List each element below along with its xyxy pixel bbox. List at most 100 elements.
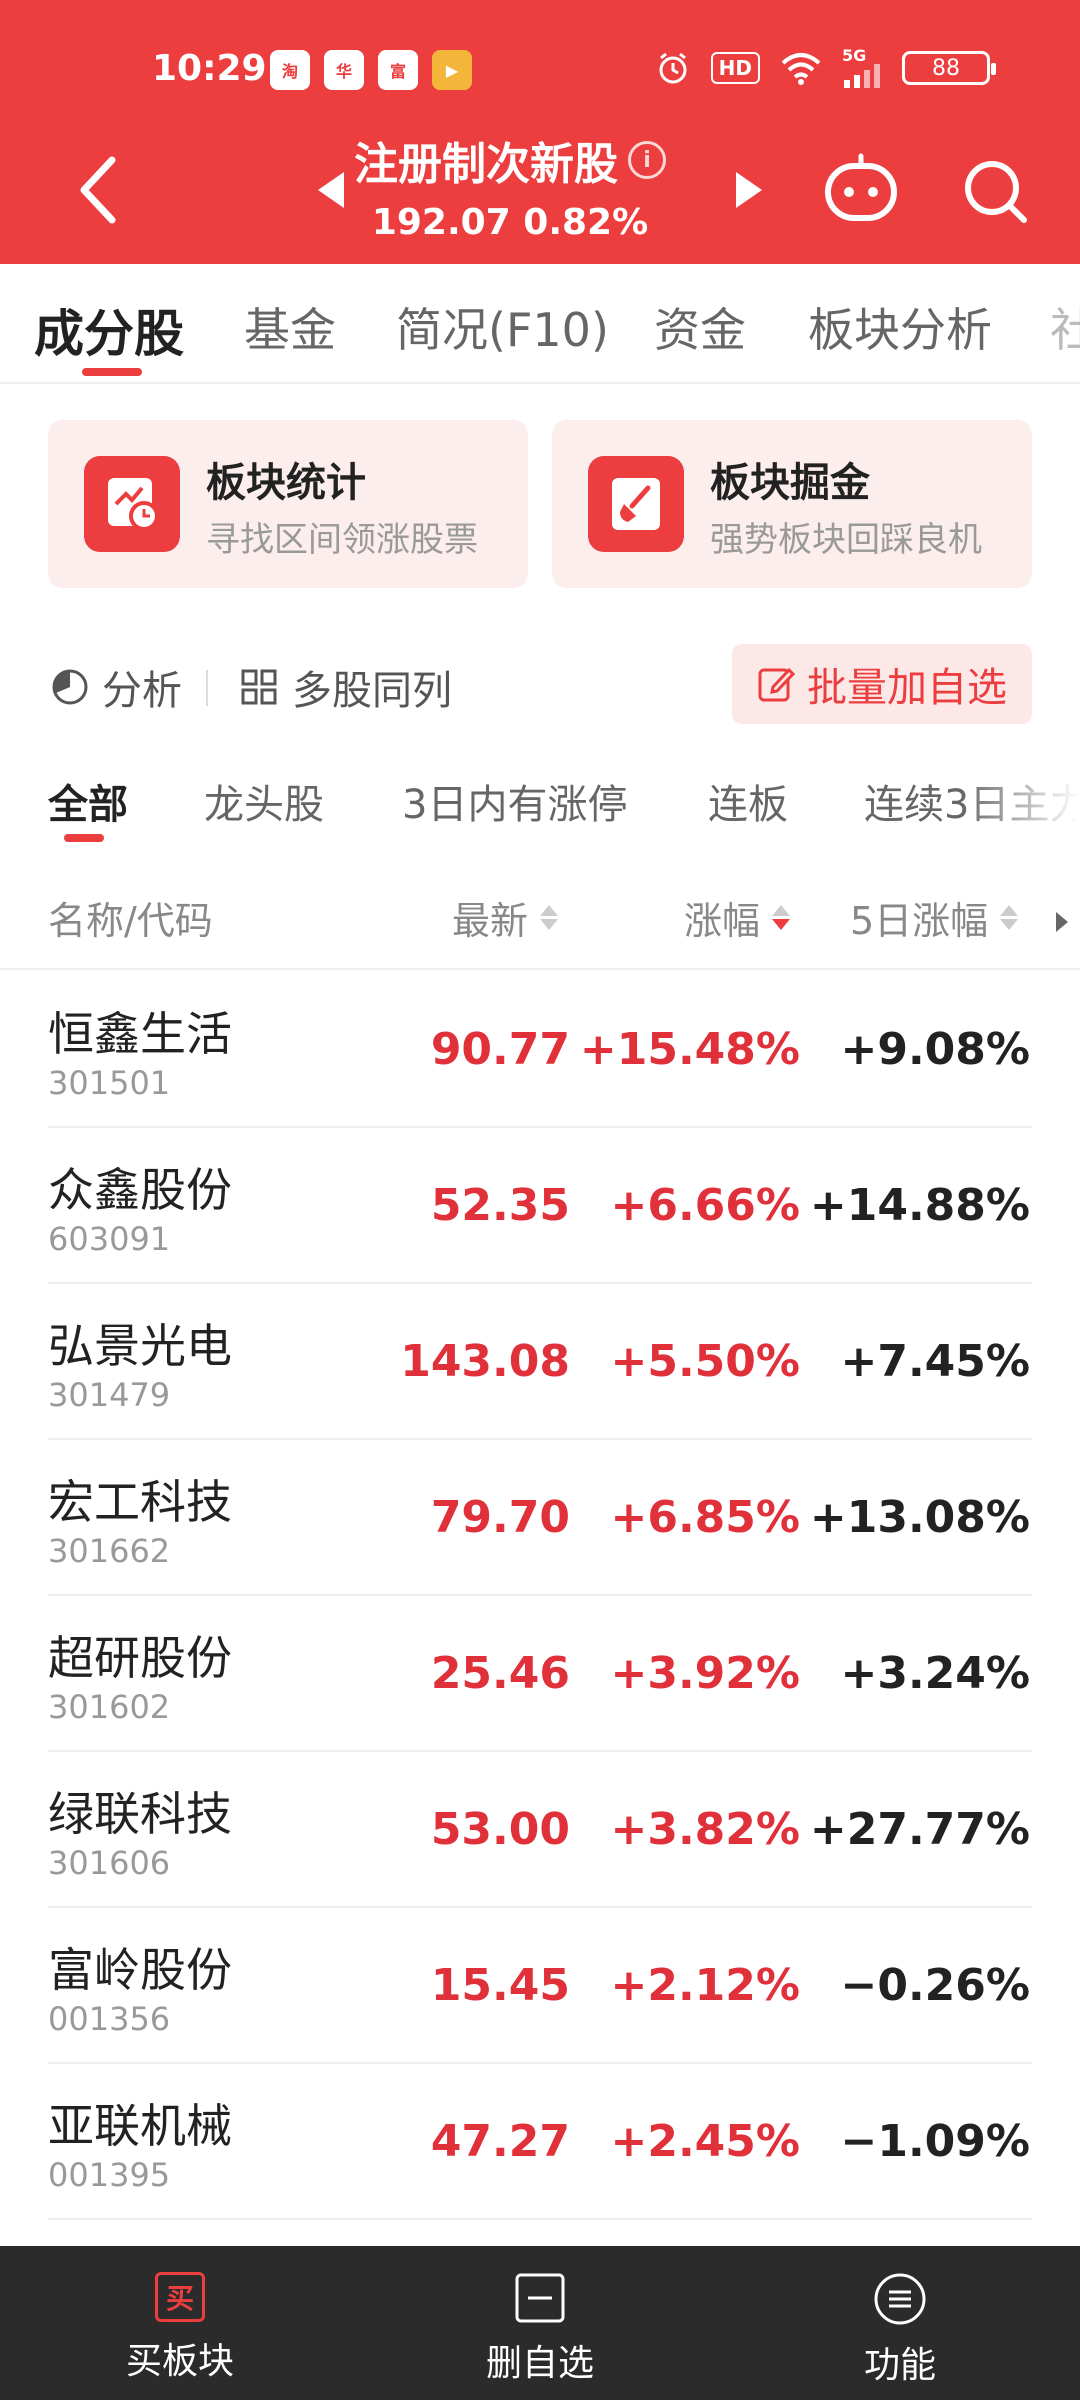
table-row[interactable]: 富岭股份 001356 15.45 +2.12% −0.26% [0, 1908, 1080, 2064]
table-row[interactable]: 亚联机械 001395 47.27 +2.45% −1.09% [0, 2064, 1080, 2220]
main-tabs: 成分股 基金 简况(F10) 资金 板块分析 社 [0, 264, 1080, 384]
status-time: 10:29 [152, 48, 267, 89]
table-row[interactable]: 绿联科技 301606 53.00 +3.82% +27.77% [0, 1752, 1080, 1908]
taobao-notification-icon: 淘 [270, 50, 310, 90]
scroll-columns-right-icon[interactable] [1056, 912, 1068, 932]
filter-tabs: 全部 龙头股 3日内有涨停 连板 连续3日主力 [0, 760, 1080, 856]
filter-tab-limit-up-3d[interactable]: 3日内有涨停 [402, 772, 627, 830]
status-bar: 10:29 淘 华 富 ▶ HD 5G 88 [0, 40, 1080, 104]
tab-components[interactable]: 成分股 [34, 294, 184, 366]
tools-divider [206, 670, 208, 706]
column-header-name: 名称/代码 [48, 899, 213, 943]
top-header: 10:29 淘 华 富 ▶ HD 5G 88 注册制次新股 i 192.07 0… [0, 0, 1080, 264]
stock-code: 001356 [48, 2000, 171, 2038]
stock-change: +3.82% [610, 1804, 800, 1855]
remove-watchlist-label: 删自选 [485, 2343, 594, 2384]
remove-watchlist-button[interactable]: 删自选 [360, 2246, 720, 2400]
stock-change-5d: +13.08% [809, 1492, 1030, 1543]
stock-code: 001395 [48, 2156, 171, 2194]
analysis-label: 分析 [102, 668, 182, 714]
stock-name: 恒鑫生活 [48, 1007, 232, 1061]
stock-name: 宏工科技 [48, 1475, 232, 1529]
stock-code: 301602 [48, 1688, 171, 1726]
info-icon[interactable]: i [628, 141, 666, 179]
batch-add-label: 批量加自选 [807, 665, 1007, 711]
stock-change-5d: +27.77% [809, 1804, 1030, 1855]
stock-change: +6.66% [610, 1180, 800, 1231]
tab-sector-analysis[interactable]: 板块分析 [808, 294, 992, 360]
edit-icon [758, 667, 795, 702]
stock-change: +5.50% [610, 1336, 800, 1387]
table-row[interactable]: 恒鑫生活 301501 90.77 +15.48% +9.08% [0, 972, 1080, 1128]
sector-statistics-card[interactable]: 板块统计 寻找区间领涨股票 [48, 420, 528, 588]
fund-app-notification-icon: 富 [378, 50, 418, 90]
grid-icon [241, 669, 277, 705]
stock-change: +15.48% [579, 1024, 800, 1075]
sector-mining-card[interactable]: 板块掘金 强势板块回踩良机 [552, 420, 1032, 588]
tab-more[interactable]: 社 [1050, 294, 1080, 360]
menu-circle-icon [874, 2273, 926, 2325]
filter-tab-indicator [64, 834, 104, 842]
tab-overview-f10[interactable]: 简况(F10) [396, 294, 609, 360]
network-type-label: 5G [842, 46, 867, 65]
stock-change: +2.12% [610, 1960, 800, 2011]
filter-tab-leaders[interactable]: 龙头股 [204, 772, 324, 830]
stock-change-5d: +7.45% [840, 1336, 1030, 1387]
stock-change-5d: +14.88% [809, 1180, 1030, 1231]
tools-row: 分析 多股同列 批量加自选 [0, 640, 1080, 730]
tabs-fade-overlay [960, 760, 1080, 856]
stock-price: 79.70 [430, 1492, 570, 1543]
search-icon[interactable] [962, 158, 1030, 226]
stock-name: 富岭股份 [48, 1943, 232, 1997]
stock-change-5d: −0.26% [840, 1960, 1030, 2011]
stock-code: 301479 [48, 1376, 171, 1414]
functions-label: 功能 [863, 2345, 936, 2386]
table-row[interactable]: 众鑫股份 603091 52.35 +6.66% +14.88% [0, 1128, 1080, 1284]
buy-sector-label: 买板块 [125, 2341, 234, 2382]
tab-fund[interactable]: 基金 [244, 294, 336, 360]
tab-capital[interactable]: 资金 [654, 294, 746, 360]
shovel-icon [588, 456, 684, 552]
stock-price: 143.08 [400, 1336, 570, 1387]
signal-bars-icon [844, 64, 880, 88]
change-header-label: 涨幅 [684, 899, 761, 943]
buy-icon: 买 [155, 2272, 205, 2322]
minus-square-icon [515, 2273, 565, 2323]
stock-price: 47.27 [430, 2116, 570, 2167]
huawei-notification-icon: 华 [324, 50, 364, 90]
stock-price: 15.45 [430, 1960, 570, 2011]
back-arrow-icon[interactable] [68, 150, 128, 230]
multi-stock-button[interactable]: 多股同列 [240, 658, 452, 716]
card-title: 板块掘金 [710, 460, 870, 506]
buy-sector-button[interactable]: 买 买板块 [0, 2246, 360, 2400]
battery-icon: 88 [902, 51, 996, 85]
next-sector-arrow-icon[interactable] [736, 172, 762, 208]
bottom-action-bar: 买 买板块 删自选 功能 [0, 2246, 1080, 2400]
stock-change: +3.92% [610, 1648, 800, 1699]
chart-calendar-icon [84, 456, 180, 552]
column-header-change5[interactable]: 5日涨幅 [850, 890, 1019, 945]
stock-name: 亚联机械 [48, 2099, 232, 2153]
stock-change-5d: +3.24% [840, 1648, 1030, 1699]
table-row[interactable]: 弘景光电 301479 143.08 +5.50% +7.45% [0, 1284, 1080, 1440]
multi-stock-label: 多股同列 [292, 668, 452, 714]
functions-button[interactable]: 功能 [720, 2246, 1080, 2400]
filter-tab-consecutive[interactable]: 连板 [708, 772, 788, 830]
robot-assistant-icon[interactable] [822, 150, 900, 228]
table-row[interactable]: 超研股份 301602 25.46 +3.92% +3.24% [0, 1596, 1080, 1752]
stock-price: 53.00 [430, 1804, 570, 1855]
table-row[interactable]: 宏工科技 301662 79.70 +6.85% +13.08% [0, 1440, 1080, 1596]
column-header-latest[interactable]: 最新 [452, 890, 559, 945]
stock-code: 301662 [48, 1532, 171, 1570]
batch-add-watchlist-button[interactable]: 批量加自选 [732, 644, 1032, 724]
stock-code: 301606 [48, 1844, 171, 1882]
page-title-text: 注册制次新股 [354, 139, 618, 190]
pie-chart-icon [52, 669, 88, 705]
stock-name: 超研股份 [48, 1631, 232, 1685]
video-app-notification-icon: ▶ [432, 50, 472, 90]
analysis-button[interactable]: 分析 [50, 658, 182, 716]
latest-header-label: 最新 [452, 899, 529, 943]
column-header-change[interactable]: 涨幅 [684, 890, 791, 945]
card-description: 寻找区间领涨股票 [206, 520, 478, 560]
filter-tab-all[interactable]: 全部 [48, 772, 128, 830]
